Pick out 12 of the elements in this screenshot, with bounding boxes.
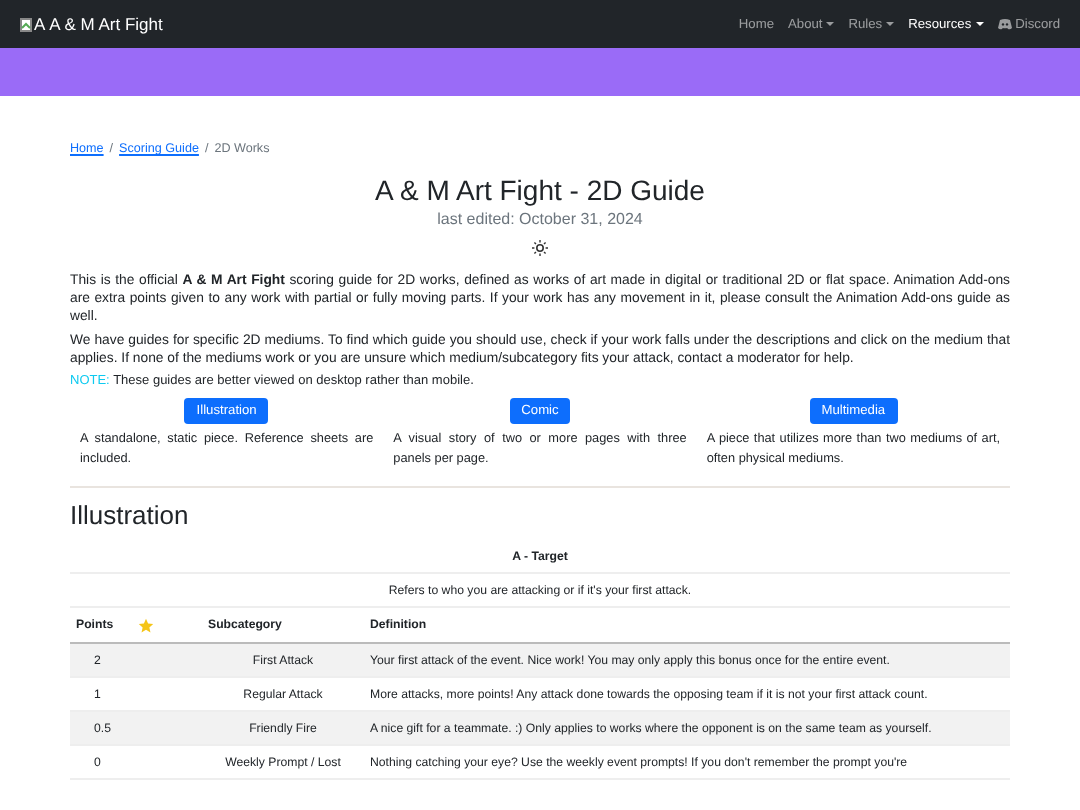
caret-icon [886, 22, 895, 26]
broken-image-icon [20, 17, 32, 31]
sun-icon[interactable] [532, 240, 548, 256]
caret-icon [826, 22, 835, 26]
discord-icon [997, 18, 1012, 30]
broken-image: A [20, 14, 46, 34]
section-heading: Illustration [70, 500, 191, 530]
brand-name[interactable]: A & M Art Fight [49, 14, 163, 34]
page-title: A & M Art Fight - 2D Guide [373, 174, 707, 206]
last-edited-date: last edited: October 31, 2024 [435, 210, 645, 228]
star-icon [137, 617, 154, 633]
caret-icon [975, 22, 984, 26]
